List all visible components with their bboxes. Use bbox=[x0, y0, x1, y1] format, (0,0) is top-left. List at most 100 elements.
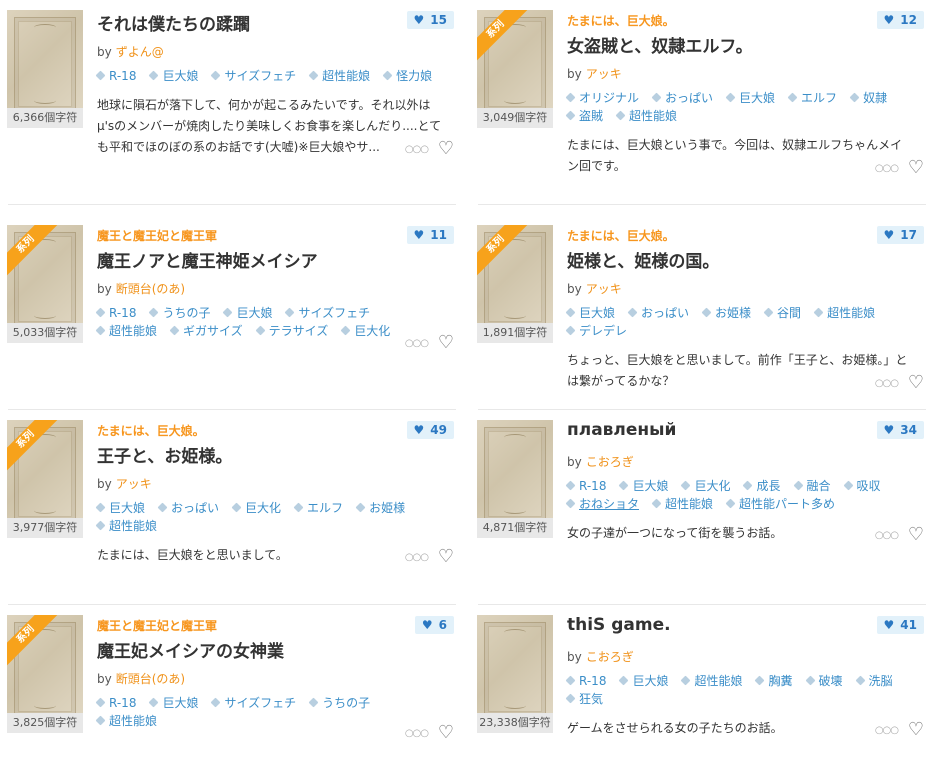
favorite-heart-icon[interactable]: ♡ bbox=[438, 548, 454, 566]
tag[interactable]: 巨大化 bbox=[231, 499, 281, 517]
tag[interactable]: 超性能パート多め bbox=[725, 495, 835, 513]
work-title[interactable]: 魔王ノアと魔王神姫メイシア bbox=[97, 247, 318, 272]
cover-image[interactable]: 系列 bbox=[477, 225, 553, 333]
tag[interactable]: おっぱい bbox=[651, 89, 713, 107]
series-link[interactable]: たまには、巨大娘。 bbox=[97, 422, 205, 439]
likes-badge[interactable]: ♥ 15 bbox=[406, 11, 454, 29]
tag[interactable]: テラサイズ bbox=[255, 322, 328, 340]
tag[interactable]: 奴隷 bbox=[849, 89, 887, 107]
tag[interactable]: 怪力娘 bbox=[382, 67, 432, 85]
cover-image[interactable] bbox=[477, 615, 553, 723]
work-card[interactable]: 6,366個字符 それは僕たちの蹂躙 ♥ 15 by ずよん@ R-18 巨大娘 サイズフェチ 超… bbox=[0, 0, 462, 205]
favorite-heart-icon[interactable]: ♡ bbox=[908, 374, 924, 392]
tag[interactable]: 狂気 bbox=[565, 690, 603, 708]
tag[interactable]: 吸収 bbox=[843, 477, 881, 495]
tag[interactable]: 超性能娘 bbox=[95, 712, 157, 730]
tag[interactable]: 巨大娘 bbox=[619, 477, 668, 495]
tag[interactable]: 巨大娘 bbox=[223, 304, 272, 322]
tag[interactable]: 谷間 bbox=[763, 304, 801, 322]
likes-badge[interactable]: ♥ 34 bbox=[876, 421, 924, 439]
work-title[interactable]: それは僕たちの蹂躙 bbox=[97, 10, 250, 35]
tag[interactable]: R-18 bbox=[95, 67, 136, 85]
tag[interactable]: 超性能娘 bbox=[813, 304, 875, 322]
more-options-icon[interactable]: ○○○ bbox=[405, 338, 429, 349]
favorite-heart-icon[interactable]: ♡ bbox=[908, 159, 924, 177]
more-options-icon[interactable]: ○○○ bbox=[875, 163, 899, 174]
tag[interactable]: おっぱい bbox=[627, 304, 689, 322]
tag[interactable]: デレデレ bbox=[565, 322, 627, 340]
tag[interactable]: エルフ bbox=[787, 89, 837, 107]
tag[interactable]: おっぱい bbox=[157, 499, 219, 517]
tag[interactable]: 成長 bbox=[743, 477, 781, 495]
tag[interactable]: 胸糞 bbox=[755, 672, 793, 690]
likes-badge[interactable]: ♥ 41 bbox=[876, 616, 924, 634]
tag[interactable]: 超性能娘 bbox=[95, 517, 157, 535]
tag[interactable]: 巨大娘 bbox=[95, 499, 145, 517]
likes-badge[interactable]: ♥ 12 bbox=[876, 11, 924, 29]
favorite-heart-icon[interactable]: ♡ bbox=[908, 526, 924, 544]
work-card[interactable]: 系列 3,049個字符 たまには、巨大娘。 女盗賊と、奴隷エルフ。 ♥ 12 by アッキ オリ… bbox=[470, 0, 932, 205]
likes-badge[interactable]: ♥ 49 bbox=[406, 421, 454, 439]
tag[interactable]: 超性能娘 bbox=[681, 672, 742, 690]
tag[interactable]: 洗脳 bbox=[855, 672, 893, 690]
series-link[interactable]: 魔王と魔王妃と魔王軍 bbox=[97, 227, 217, 244]
work-card[interactable]: 系列 5,033個字符 魔王と魔王妃と魔王軍 魔王ノアと魔王神姫メイシア ♥ 11 by 断頭… bbox=[0, 215, 462, 410]
tag[interactable]: 超性能娘 bbox=[95, 322, 157, 340]
tag[interactable]: 巨大化 bbox=[681, 477, 730, 495]
tag[interactable]: 融合 bbox=[793, 477, 831, 495]
favorite-heart-icon[interactable]: ♡ bbox=[438, 724, 454, 742]
work-title[interactable]: плавленый bbox=[567, 420, 676, 440]
author-link[interactable]: アッキ bbox=[586, 282, 622, 296]
likes-badge[interactable]: ♥ 11 bbox=[406, 226, 454, 244]
work-card[interactable]: 系列 3,977個字符 たまには、巨大娘。 王子と、お姫様。 ♥ 49 by アッキ 巨大娘 おっ… bbox=[0, 410, 462, 605]
work-card[interactable]: 23,338個字符 thiS game. ♥ 41 by こおろぎ R-18 巨大娘 超性能娘 胸… bbox=[470, 605, 932, 774]
tag[interactable]: R-18 bbox=[565, 672, 606, 690]
tag[interactable]: うちの子 bbox=[308, 694, 370, 712]
tag[interactable]: 巨大娘 bbox=[565, 304, 615, 322]
tag[interactable]: 超性能娘 bbox=[308, 67, 370, 85]
tag[interactable]: 巨大娘 bbox=[149, 694, 198, 712]
tag[interactable]: サイズフェチ bbox=[211, 694, 296, 712]
tag[interactable]: 巨大化 bbox=[340, 322, 390, 340]
series-link[interactable]: たまには、巨大娘。 bbox=[567, 227, 675, 244]
work-title[interactable]: 魔王妃メイシアの女神業 bbox=[97, 637, 284, 662]
author-link[interactable]: 断頭台(のあ) bbox=[116, 282, 185, 296]
work-title[interactable]: thiS game. bbox=[567, 615, 671, 635]
author-link[interactable]: ずよん@ bbox=[116, 45, 164, 59]
tag[interactable]: 超性能娘 bbox=[615, 107, 677, 125]
author-link[interactable]: こおろぎ bbox=[586, 455, 634, 469]
tag[interactable]: サイズフェチ bbox=[285, 304, 370, 322]
more-options-icon[interactable]: ○○○ bbox=[875, 725, 899, 736]
tag[interactable]: オリジナル bbox=[565, 89, 639, 107]
tag[interactable]: エルフ bbox=[293, 499, 343, 517]
favorite-heart-icon[interactable]: ♡ bbox=[438, 140, 454, 158]
cover-image[interactable] bbox=[477, 420, 553, 528]
author-link[interactable]: アッキ bbox=[116, 477, 152, 491]
tag[interactable]: R-18 bbox=[565, 477, 606, 495]
tag[interactable]: ギガサイズ bbox=[169, 322, 243, 340]
tag[interactable]: サイズフェチ bbox=[211, 67, 296, 85]
work-card[interactable]: 4,871個字符 плавленый ♥ 34 by こおろぎ R-18 巨大娘 巨大化 成長 融合… bbox=[470, 410, 932, 605]
tag[interactable]: 盗賊 bbox=[565, 107, 603, 125]
tag[interactable]: 超性能娘 bbox=[651, 495, 713, 513]
cover-image[interactable]: 系列 bbox=[7, 420, 83, 528]
more-options-icon[interactable]: ○○○ bbox=[405, 552, 429, 563]
tag[interactable]: お姫様 bbox=[701, 304, 751, 322]
cover-image[interactable] bbox=[7, 10, 83, 118]
cover-image[interactable]: 系列 bbox=[7, 615, 83, 723]
work-card[interactable]: 系列 3,825個字符 魔王と魔王妃と魔王軍 魔王妃メイシアの女神業 ♥ 6 by 断頭台(の… bbox=[0, 605, 462, 774]
likes-badge[interactable]: ♥ 17 bbox=[876, 226, 924, 244]
more-options-icon[interactable]: ○○○ bbox=[875, 378, 899, 389]
tag[interactable]: R-18 bbox=[95, 694, 136, 712]
more-options-icon[interactable]: ○○○ bbox=[405, 144, 429, 155]
author-link[interactable]: 断頭台(のあ) bbox=[116, 672, 185, 686]
work-title[interactable]: 王子と、お姫様。 bbox=[97, 442, 232, 467]
work-title[interactable]: 姫様と、姫様の国。 bbox=[567, 247, 719, 272]
author-link[interactable]: アッキ bbox=[586, 67, 622, 81]
author-link[interactable]: こおろぎ bbox=[586, 650, 634, 664]
tag[interactable]: R-18 bbox=[95, 304, 136, 322]
more-options-icon[interactable]: ○○○ bbox=[875, 530, 899, 541]
favorite-heart-icon[interactable]: ♡ bbox=[908, 721, 924, 739]
work-title[interactable]: 女盗賊と、奴隷エルフ。 bbox=[567, 32, 753, 57]
likes-badge[interactable]: ♥ 6 bbox=[414, 616, 454, 634]
